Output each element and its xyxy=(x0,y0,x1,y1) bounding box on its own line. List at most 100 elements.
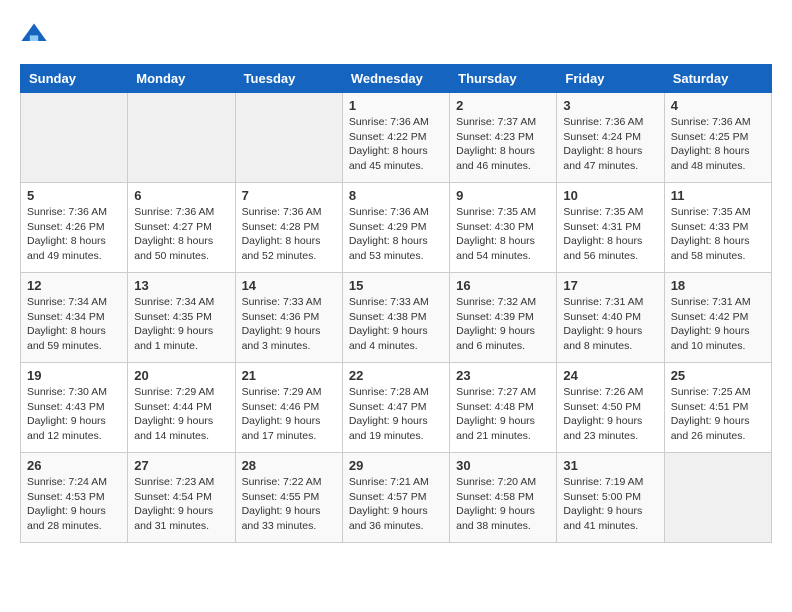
weekday-header-thursday: Thursday xyxy=(450,65,557,93)
day-number: 20 xyxy=(134,368,228,383)
day-cell: 11 Sunrise: 7:35 AM Sunset: 4:33 PM Dayli… xyxy=(664,183,771,273)
day-number: 6 xyxy=(134,188,228,203)
weekday-header-wednesday: Wednesday xyxy=(342,65,449,93)
day-cell: 18 Sunrise: 7:31 AM Sunset: 4:42 PM Dayli… xyxy=(664,273,771,363)
day-cell: 6 Sunrise: 7:36 AM Sunset: 4:27 PM Daylig… xyxy=(128,183,235,273)
day-info: Sunrise: 7:33 AM Sunset: 4:38 PM Dayligh… xyxy=(349,295,443,354)
day-number: 12 xyxy=(27,278,121,293)
day-cell: 13 Sunrise: 7:34 AM Sunset: 4:35 PM Dayli… xyxy=(128,273,235,363)
day-info: Sunrise: 7:22 AM Sunset: 4:55 PM Dayligh… xyxy=(242,475,336,534)
day-number: 29 xyxy=(349,458,443,473)
day-info: Sunrise: 7:23 AM Sunset: 4:54 PM Dayligh… xyxy=(134,475,228,534)
day-info: Sunrise: 7:28 AM Sunset: 4:47 PM Dayligh… xyxy=(349,385,443,444)
day-cell: 23Sunrise: 7:27 AM Sunset: 4:48 PM Dayli… xyxy=(450,363,557,453)
day-info: Sunrise: 7:35 AM Sunset: 4:33 PM Dayligh… xyxy=(671,205,765,264)
weekday-row: SundayMondayTuesdayWednesdayThursdayFrid… xyxy=(21,65,772,93)
weekday-header-saturday: Saturday xyxy=(664,65,771,93)
day-number: 17 xyxy=(563,278,657,293)
day-info: Sunrise: 7:29 AM Sunset: 4:46 PM Dayligh… xyxy=(242,385,336,444)
day-info: Sunrise: 7:36 AM Sunset: 4:22 PM Dayligh… xyxy=(349,115,443,174)
day-info: Sunrise: 7:36 AM Sunset: 4:28 PM Dayligh… xyxy=(242,205,336,264)
day-number: 5 xyxy=(27,188,121,203)
day-cell: 21 Sunrise: 7:29 AM Sunset: 4:46 PM Dayli… xyxy=(235,363,342,453)
day-info: Sunrise: 7:21 AM Sunset: 4:57 PM Dayligh… xyxy=(349,475,443,534)
day-number: 15 xyxy=(349,278,443,293)
day-info: Sunrise: 7:29 AM Sunset: 4:44 PM Dayligh… xyxy=(134,385,228,444)
week-row-1: 1Sunrise: 7:36 AM Sunset: 4:22 PM Daylig… xyxy=(21,93,772,183)
day-cell: 26 Sunrise: 7:24 AM Sunset: 4:53 PM Dayli… xyxy=(21,453,128,543)
day-info: Sunrise: 7:25 AM Sunset: 4:51 PM Dayligh… xyxy=(671,385,765,444)
day-cell xyxy=(235,93,342,183)
day-info: Sunrise: 7:33 AM Sunset: 4:36 PM Dayligh… xyxy=(242,295,336,354)
week-row-2: 5 Sunrise: 7:36 AM Sunset: 4:26 PM Daylig… xyxy=(21,183,772,273)
day-cell xyxy=(664,453,771,543)
day-number: 19 xyxy=(27,368,121,383)
day-cell: 24Sunrise: 7:26 AM Sunset: 4:50 PM Dayli… xyxy=(557,363,664,453)
day-number: 8 xyxy=(349,188,443,203)
day-number: 13 xyxy=(134,278,228,293)
day-info: Sunrise: 7:36 AM Sunset: 4:27 PM Dayligh… xyxy=(134,205,228,264)
day-number: 21 xyxy=(242,368,336,383)
day-info: Sunrise: 7:34 AM Sunset: 4:34 PM Dayligh… xyxy=(27,295,121,354)
day-number: 27 xyxy=(134,458,228,473)
week-row-4: 19 Sunrise: 7:30 AM Sunset: 4:43 PM Dayli… xyxy=(21,363,772,453)
day-number: 10 xyxy=(563,188,657,203)
day-cell: 14 Sunrise: 7:33 AM Sunset: 4:36 PM Dayli… xyxy=(235,273,342,363)
page-header xyxy=(20,20,772,48)
day-cell: 3Sunrise: 7:36 AM Sunset: 4:24 PM Daylig… xyxy=(557,93,664,183)
day-number: 26 xyxy=(27,458,121,473)
day-cell: 2 Sunrise: 7:37 AM Sunset: 4:23 PM Daylig… xyxy=(450,93,557,183)
day-info: Sunrise: 7:31 AM Sunset: 4:42 PM Dayligh… xyxy=(671,295,765,354)
day-cell: 17 Sunrise: 7:31 AM Sunset: 4:40 PM Dayli… xyxy=(557,273,664,363)
day-cell: 10 Sunrise: 7:35 AM Sunset: 4:31 PM Dayli… xyxy=(557,183,664,273)
logo xyxy=(20,20,52,48)
day-info: Sunrise: 7:30 AM Sunset: 4:43 PM Dayligh… xyxy=(27,385,121,444)
calendar-table: SundayMondayTuesdayWednesdayThursdayFrid… xyxy=(20,64,772,543)
day-cell: 12 Sunrise: 7:34 AM Sunset: 4:34 PM Dayli… xyxy=(21,273,128,363)
day-number: 22 xyxy=(349,368,443,383)
day-cell: 27 Sunrise: 7:23 AM Sunset: 4:54 PM Dayli… xyxy=(128,453,235,543)
weekday-header-tuesday: Tuesday xyxy=(235,65,342,93)
day-number: 11 xyxy=(671,188,765,203)
day-info: Sunrise: 7:34 AM Sunset: 4:35 PM Dayligh… xyxy=(134,295,228,354)
day-info: Sunrise: 7:19 AM Sunset: 5:00 PM Dayligh… xyxy=(563,475,657,534)
day-number: 14 xyxy=(242,278,336,293)
day-number: 4 xyxy=(671,98,765,113)
day-cell: 7Sunrise: 7:36 AM Sunset: 4:28 PM Daylig… xyxy=(235,183,342,273)
day-info: Sunrise: 7:32 AM Sunset: 4:39 PM Dayligh… xyxy=(456,295,550,354)
day-number: 18 xyxy=(671,278,765,293)
day-number: 23 xyxy=(456,368,550,383)
day-cell: 31 Sunrise: 7:19 AM Sunset: 5:00 PM Dayli… xyxy=(557,453,664,543)
day-info: Sunrise: 7:20 AM Sunset: 4:58 PM Dayligh… xyxy=(456,475,550,534)
day-cell: 9Sunrise: 7:35 AM Sunset: 4:30 PM Daylig… xyxy=(450,183,557,273)
day-cell: 25 Sunrise: 7:25 AM Sunset: 4:51 PM Dayli… xyxy=(664,363,771,453)
day-cell: 19 Sunrise: 7:30 AM Sunset: 4:43 PM Dayli… xyxy=(21,363,128,453)
day-info: Sunrise: 7:36 AM Sunset: 4:25 PM Dayligh… xyxy=(671,115,765,174)
day-cell xyxy=(21,93,128,183)
day-number: 2 xyxy=(456,98,550,113)
day-number: 9 xyxy=(456,188,550,203)
day-cell: 20 Sunrise: 7:29 AM Sunset: 4:44 PM Dayli… xyxy=(128,363,235,453)
day-cell: 22 Sunrise: 7:28 AM Sunset: 4:47 PM Dayli… xyxy=(342,363,449,453)
day-cell xyxy=(128,93,235,183)
day-cell: 15 Sunrise: 7:33 AM Sunset: 4:38 PM Dayli… xyxy=(342,273,449,363)
day-number: 31 xyxy=(563,458,657,473)
day-cell: 1Sunrise: 7:36 AM Sunset: 4:22 PM Daylig… xyxy=(342,93,449,183)
day-cell: 4 Sunrise: 7:36 AM Sunset: 4:25 PM Daylig… xyxy=(664,93,771,183)
day-number: 25 xyxy=(671,368,765,383)
day-info: Sunrise: 7:37 AM Sunset: 4:23 PM Dayligh… xyxy=(456,115,550,174)
day-cell: 30Sunrise: 7:20 AM Sunset: 4:58 PM Dayli… xyxy=(450,453,557,543)
day-cell: 28Sunrise: 7:22 AM Sunset: 4:55 PM Dayli… xyxy=(235,453,342,543)
day-number: 16 xyxy=(456,278,550,293)
day-cell: 16 Sunrise: 7:32 AM Sunset: 4:39 PM Dayli… xyxy=(450,273,557,363)
day-info: Sunrise: 7:35 AM Sunset: 4:31 PM Dayligh… xyxy=(563,205,657,264)
day-info: Sunrise: 7:31 AM Sunset: 4:40 PM Dayligh… xyxy=(563,295,657,354)
day-info: Sunrise: 7:36 AM Sunset: 4:29 PM Dayligh… xyxy=(349,205,443,264)
day-info: Sunrise: 7:36 AM Sunset: 4:24 PM Dayligh… xyxy=(563,115,657,174)
day-info: Sunrise: 7:36 AM Sunset: 4:26 PM Dayligh… xyxy=(27,205,121,264)
day-cell: 29 Sunrise: 7:21 AM Sunset: 4:57 PM Dayli… xyxy=(342,453,449,543)
calendar-body: 1Sunrise: 7:36 AM Sunset: 4:22 PM Daylig… xyxy=(21,93,772,543)
week-row-3: 12 Sunrise: 7:34 AM Sunset: 4:34 PM Dayli… xyxy=(21,273,772,363)
day-info: Sunrise: 7:24 AM Sunset: 4:53 PM Dayligh… xyxy=(27,475,121,534)
day-number: 24 xyxy=(563,368,657,383)
